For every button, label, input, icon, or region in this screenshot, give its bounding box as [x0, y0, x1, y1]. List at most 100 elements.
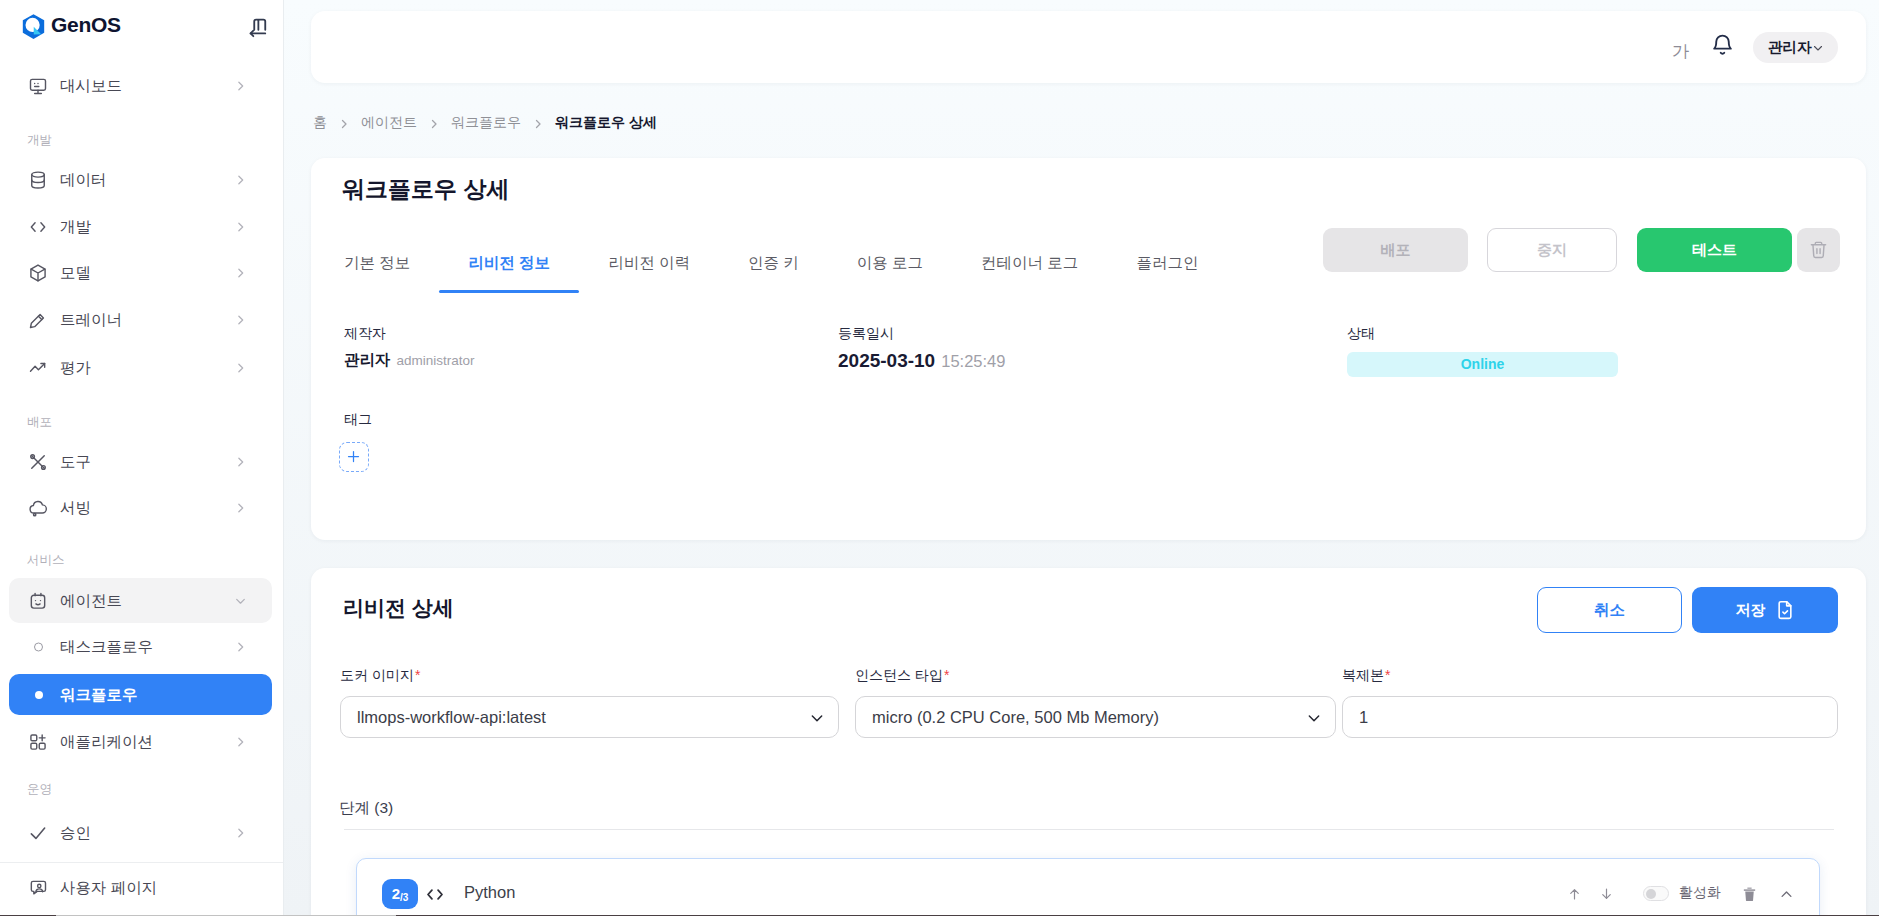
save-button[interactable]: 저장 [1692, 587, 1838, 633]
tab-usage-log[interactable]: 이용 로그 [828, 235, 952, 293]
tab-plugin[interactable]: 플러그인 [1107, 235, 1227, 293]
sidebar-item-approval[interactable]: 승인 [9, 813, 272, 853]
sidebar-collapse-icon[interactable] [246, 16, 268, 38]
sidebar-item-model[interactable]: 모델 [9, 253, 272, 293]
status-badge: Online [1347, 352, 1618, 377]
workflow-bullet-icon [35, 691, 43, 699]
chevron-right-icon [234, 502, 247, 515]
step-trash-icon[interactable] [1741, 883, 1758, 905]
created-label: 등록일시 [838, 325, 894, 343]
tab-revision-history[interactable]: 리비전 이력 [579, 235, 719, 293]
database-icon [28, 170, 48, 190]
sidebar-item-tools[interactable]: 도구 [9, 442, 272, 482]
tab-basic-info[interactable]: 기본 정보 [315, 235, 439, 293]
chevron-right-icon [234, 80, 247, 93]
code-icon [28, 217, 48, 237]
creator-value: 관리자administrator [344, 350, 475, 371]
chevron-right-icon [234, 314, 247, 327]
chevron-right-icon [234, 267, 247, 280]
sidebar-item-trainer[interactable]: 트레이너 [9, 300, 272, 340]
font-size-button[interactable]: 가 [1672, 40, 1689, 63]
cube-icon [28, 263, 48, 283]
sidebar-item-evaluation[interactable]: 평가 [9, 348, 272, 388]
chevron-down-icon [234, 594, 247, 607]
tab-revision-info[interactable]: 리비전 정보 [439, 235, 579, 293]
chevron-right-icon [234, 641, 247, 654]
instance-type-label: 인스턴스 타입* [855, 667, 949, 685]
revision-title: 리비전 상세 [343, 594, 454, 622]
docker-image-label: 도커 이미지* [340, 667, 420, 685]
move-up-icon[interactable] [1567, 883, 1582, 905]
breadcrumb: 홈 에이전트 워크플로우 워크플로우 상세 [313, 114, 657, 132]
instance-type-select[interactable]: micro (0.2 CPU Core, 500 Mb Memory) [855, 696, 1336, 738]
sidebar-item-serving[interactable]: 서빙 [9, 488, 272, 528]
tab-bar: 기본 정보 리비전 정보 리비전 이력 인증 키 이용 로그 컨테이너 로그 플… [315, 235, 1227, 293]
revision-detail-card: 리비전 상세 취소 저장 도커 이미지* 인스턴스 타입* 복제본* llmop… [311, 568, 1866, 916]
sidebar-section-ops: 운영 [27, 781, 52, 798]
chevron-right-icon [428, 118, 440, 130]
move-down-icon[interactable] [1599, 883, 1614, 905]
step-card-python: 2/3 Python 활성화 [356, 858, 1820, 916]
logo-text: GenOS [51, 13, 121, 37]
activate-label: 활성화 [1679, 884, 1721, 902]
test-button[interactable]: 테스트 [1637, 228, 1792, 272]
stop-button[interactable]: 중지 [1487, 228, 1617, 272]
sidebar-item-taskflow[interactable]: 태스크플로우 [9, 627, 272, 667]
replica-label: 복제본* [1342, 667, 1390, 685]
docker-image-select[interactable]: llmops-workflow-api:latest [340, 696, 839, 738]
tag-label: 태그 [344, 411, 372, 429]
chevron-down-icon [1812, 42, 1824, 54]
steps-label: 단계 (3) [339, 798, 393, 819]
breadcrumb-agent[interactable]: 에이전트 [361, 114, 417, 132]
delete-button[interactable] [1797, 228, 1840, 272]
add-tag-button[interactable] [339, 442, 369, 472]
chevron-down-icon [1306, 710, 1322, 726]
creator-label: 제작자 [344, 325, 386, 343]
sidebar-item-agent[interactable]: 에이전트 [9, 578, 272, 623]
replica-input[interactable]: 1 [1342, 696, 1838, 738]
user-page-icon [28, 878, 48, 898]
sidebar-item-workflow[interactable]: 워크플로우 [9, 674, 272, 715]
collapse-step-icon[interactable] [1779, 887, 1794, 902]
sidebar-item-data[interactable]: 데이터 [9, 160, 272, 200]
logo: GenOS [20, 12, 264, 42]
dashboard-icon [28, 76, 48, 96]
step-name: Python [464, 883, 515, 902]
breadcrumb-current: 워크플로우 상세 [555, 114, 657, 132]
pencil-icon [28, 310, 48, 330]
deploy-button[interactable]: 배포 [1323, 228, 1468, 272]
user-name: 관리자 [1768, 38, 1812, 57]
sidebar-item-application[interactable]: 애플리케이션 [9, 722, 272, 762]
tab-auth-key[interactable]: 인증 키 [719, 235, 828, 293]
cloud-icon [28, 498, 48, 518]
chevron-down-icon [809, 710, 825, 726]
agent-icon [28, 591, 48, 611]
chevron-right-icon [234, 174, 247, 187]
genos-logo-icon [20, 13, 47, 40]
sidebar-divider [0, 862, 283, 863]
user-menu[interactable]: 관리자 [1753, 32, 1838, 63]
steps-divider [344, 829, 1834, 830]
breadcrumb-workflow[interactable]: 워크플로우 [451, 114, 521, 132]
chevron-right-icon [234, 736, 247, 749]
sidebar-item-dashboard[interactable]: 대시보드 [9, 66, 272, 106]
chevron-right-icon [234, 221, 247, 234]
topbar: 가 관리자 [311, 11, 1866, 83]
cancel-button[interactable]: 취소 [1537, 587, 1682, 633]
check-icon [28, 823, 48, 843]
page-title: 워크플로우 상세 [342, 174, 509, 205]
sidebar-item-userpage[interactable]: 사용자 페이지 [9, 868, 272, 908]
save-doc-icon [1775, 600, 1795, 620]
trash-icon [1809, 240, 1828, 259]
breadcrumb-home[interactable]: 홈 [313, 114, 327, 132]
sidebar-section-deploy: 배포 [27, 414, 52, 431]
sidebar-item-develop[interactable]: 개발 [9, 207, 272, 247]
chevron-right-icon [234, 456, 247, 469]
notification-bell-icon[interactable] [1710, 33, 1735, 58]
taskflow-bullet-icon [34, 643, 43, 652]
chevron-right-icon [532, 118, 544, 130]
workflow-detail-card: 워크플로우 상세 기본 정보 리비전 정보 리비전 이력 인증 키 이용 로그 … [311, 158, 1866, 540]
created-value: 2025-03-1015:25:49 [838, 350, 1005, 372]
tab-container-log[interactable]: 컨테이너 로그 [952, 235, 1107, 293]
activate-toggle[interactable] [1643, 886, 1669, 901]
